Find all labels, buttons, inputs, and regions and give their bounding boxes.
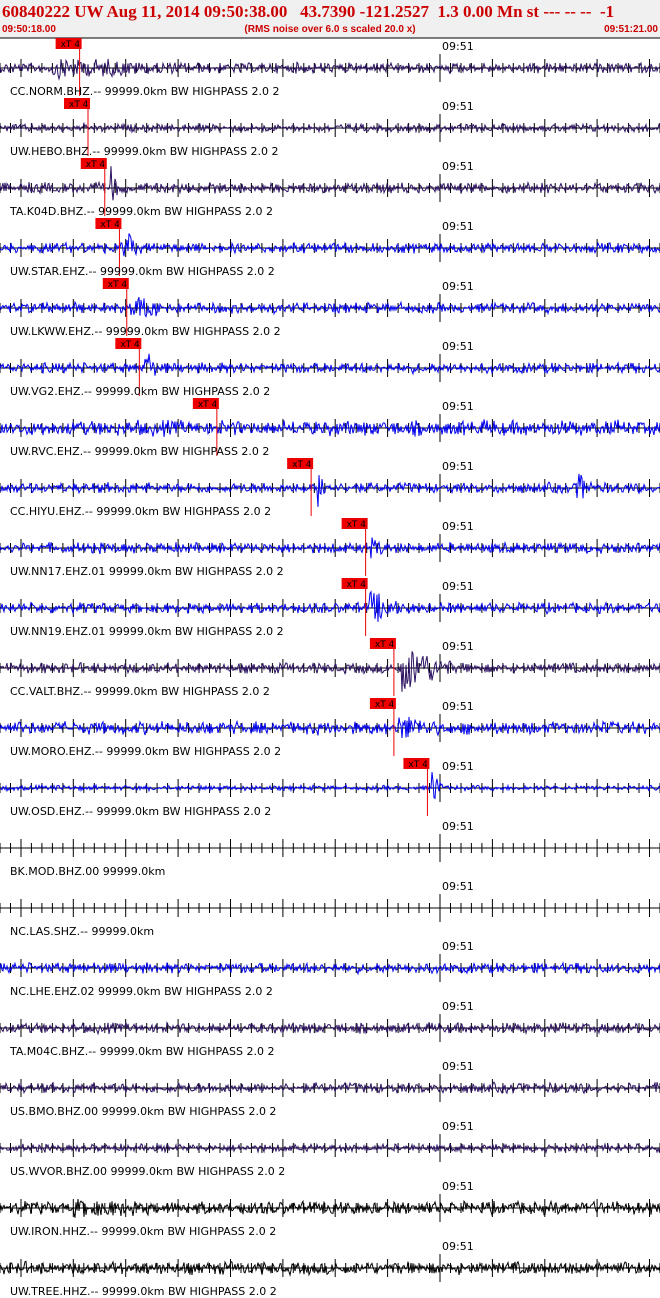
pick-label: xT 4 [347,520,367,530]
station-label: CC.VALT.BHZ.-- 99999.0km BW HIGHPASS 2.0… [10,685,270,698]
pick-label: xT 4 [69,100,89,110]
waveform [0,473,660,507]
seismogram-plot: 09:51 xT 4 CC.NORM.BHZ.-- 99999.0km BW HIG… [0,37,660,1298]
station-label: US.WVOR.BHZ.00 99999.0km BW HIGHPASS 2.0… [10,1165,285,1178]
station-label: UW.LKWW.EHZ.-- 99999.0km BW HIGHPASS 2.0… [10,325,281,338]
station-label: TA.K04D.BHZ.-- 99999.0km BW HIGHPASS 2.0… [9,205,273,218]
station-label: UW.VG2.EHZ.-- 99999.0km BW HIGHPASS 2.0 … [10,385,270,398]
pick-label: xT 4 [198,400,218,410]
minute-label: 09:51 [442,400,474,413]
minute-label: 09:51 [442,1120,474,1133]
minute-label: 09:51 [442,220,474,233]
minute-label: 09:51 [442,760,474,773]
station-label: UW.NN19.EHZ.01 99999.0km BW HIGHPASS 2.0… [10,625,284,638]
minute-label: 09:51 [442,460,474,473]
station-label: CC.NORM.BHZ.-- 99999.0km BW HIGHPASS 2.0… [10,85,279,98]
pick-label: xT 4 [375,700,395,710]
minute-label: 09:51 [442,880,474,893]
minute-label: 09:51 [442,580,474,593]
minute-label: 09:51 [442,1060,474,1073]
waveform [0,772,660,800]
minute-label: 09:51 [442,40,474,53]
station-label: NC.LAS.SHZ.-- 99999.0km [10,925,154,938]
minute-label: 09:51 [442,940,474,953]
minute-label: 09:51 [442,1240,474,1253]
minute-label: 09:51 [442,340,474,353]
pick-label: xT 4 [86,160,106,170]
waveform [0,58,660,81]
minute-label: 09:51 [442,1000,474,1013]
station-label: US.BMO.BHZ.00 99999.0km BW HIGHPASS 2.0 … [10,1105,276,1118]
waveform [0,166,660,201]
station-label: UW.OSD.EHZ.-- 99999.0km BW HIGHPASS 2.0 … [10,805,271,818]
waveform [0,716,660,739]
pick-label: xT 4 [292,460,312,470]
minute-label: 09:51 [442,100,474,113]
waveform [0,590,660,622]
pick-label: xT 4 [108,280,128,290]
pick-label: xT 4 [375,640,395,650]
waveform [0,297,660,318]
station-label: CC.HIYU.EHZ.-- 99999.0km BW HIGHPASS 2.0… [10,505,271,518]
station-label: UW.HEBO.BHZ.-- 99999.0km BW HIGHPASS 2.0… [10,145,279,158]
waveform [0,233,660,257]
station-label: UW.IRON.HHZ.-- 99999.0km BW HIGHPASS 2.0… [10,1225,276,1238]
pick-label: xT 4 [100,220,120,230]
pick-label: xT 4 [120,340,140,350]
station-label: NC.LHE.EHZ.02 99999.0km BW HIGHPASS 2.0 … [10,985,273,998]
station-label: UW.NN17.EHZ.01 99999.0km BW HIGHPASS 2.0… [10,565,284,578]
pick-label: xT 4 [61,40,81,50]
station-label: UW.TREE.HHZ.-- 99999.0km BW HIGHPASS 2.0… [10,1285,277,1298]
station-label: UW.MORO.EHZ.-- 99999.0km BW HIGHPASS 2.0… [10,745,281,758]
minute-label: 09:51 [442,1180,474,1193]
minute-label: 09:51 [442,640,474,653]
pick-label: xT 4 [347,580,367,590]
station-label: BK.MOD.BHZ.00 99999.0km [10,865,165,878]
minute-label: 09:51 [442,280,474,293]
waveform [0,353,660,376]
minute-label: 09:51 [442,520,474,533]
pick-label: xT 4 [408,760,428,770]
minute-label: 09:51 [442,700,474,713]
minute-label: 09:51 [442,820,474,833]
station-label: UW.RVC.EHZ.-- 99999.0km BW HIGHPASS 2.0 … [10,445,269,458]
minute-label: 09:51 [442,160,474,173]
station-label: TA.M04C.BHZ.-- 99999.0km BW HIGHPASS 2.0… [9,1045,274,1058]
station-label: UW.STAR.EHZ.-- 99999.0km BW HIGHPASS 2.0… [10,265,275,278]
